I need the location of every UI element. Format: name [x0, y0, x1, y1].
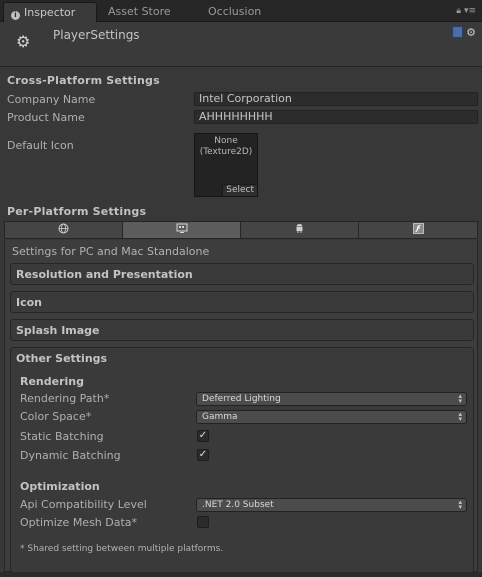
foldout-other-settings: Other Settings Rendering Rendering Path*…: [10, 347, 474, 573]
static-batching-checkbox[interactable]: ✓: [197, 430, 209, 442]
header-title: PlayerSettings: [53, 28, 140, 42]
tab-inspector[interactable]: i Inspector: [3, 2, 97, 22]
platform-subtitle: Settings for PC and Mac Standalone: [12, 245, 210, 258]
color-space-dropdown[interactable]: Gamma ▴ ▾: [196, 410, 467, 424]
tab-occlusion[interactable]: Occlusion: [208, 2, 261, 22]
bottom-edge: [0, 572, 482, 577]
tab-pc-mac-standalone[interactable]: [123, 222, 241, 238]
settings-gear-icon: ⚙: [16, 32, 31, 51]
default-icon-slot[interactable]: None (Texture2D) Select: [194, 133, 258, 197]
web-icon: [58, 223, 69, 234]
tab-android[interactable]: [241, 222, 359, 238]
platform-settings-panel: Settings for PC and Mac Standalone Resol…: [4, 240, 478, 573]
dropdown-arrows-icon: ▴ ▾: [458, 410, 462, 423]
foldout-resolution-label: Resolution and Presentation: [16, 268, 193, 281]
foldout-icon[interactable]: Icon: [10, 291, 474, 313]
static-batching-label: Static Batching: [20, 430, 104, 443]
windows-icon: [176, 223, 187, 233]
tab-flash[interactable]: [359, 222, 477, 238]
help-book-icon[interactable]: [452, 26, 464, 38]
optimization-heading: Optimization: [20, 480, 100, 493]
foldout-splash-image[interactable]: Splash Image: [10, 319, 474, 341]
tab-controls: 🔒︎ ▾≡: [456, 6, 476, 16]
rendering-path-label: Rendering Path*: [20, 392, 110, 405]
icon-select-button[interactable]: Select: [222, 184, 257, 196]
menu-icon[interactable]: ▾≡: [464, 6, 476, 16]
tab-web-player[interactable]: [5, 222, 123, 238]
foldout-icon-label: Icon: [16, 296, 43, 309]
company-name-field[interactable]: Intel Corporation: [194, 92, 478, 106]
header-icons: ⚙: [452, 25, 476, 39]
default-icon-label: Default Icon: [7, 139, 74, 152]
product-name-field[interactable]: AHHHHHHHH: [194, 110, 478, 124]
foldout-other-label[interactable]: Other Settings: [16, 352, 107, 365]
info-icon: i: [11, 11, 20, 20]
foldout-splash-label: Splash Image: [16, 324, 100, 337]
lock-icon[interactable]: 🔒︎: [456, 6, 461, 16]
product-name-label: Product Name: [7, 111, 85, 124]
shared-setting-footnote: * Shared setting between multiple platfo…: [20, 544, 224, 554]
api-compat-dropdown[interactable]: .NET 2.0 Subset ▴ ▾: [196, 498, 467, 512]
color-space-label: Color Space*: [20, 410, 92, 423]
dynamic-batching-checkbox[interactable]: ✓: [197, 449, 209, 461]
rendering-path-dropdown[interactable]: Deferred Lighting ▴ ▾: [196, 392, 467, 406]
inspector-header: ⚙ PlayerSettings ⚙: [0, 22, 482, 67]
flash-icon: [412, 223, 424, 234]
rendering-heading: Rendering: [20, 375, 84, 388]
dropdown-arrows-icon: ▴ ▾: [458, 392, 462, 405]
platform-tabs: [4, 221, 478, 239]
android-icon: [296, 224, 303, 233]
optimize-mesh-label: Optimize Mesh Data*: [20, 516, 138, 529]
editor-tabbar: i Inspector Asset Store Occlusion 🔒︎ ▾≡: [0, 0, 482, 22]
api-compat-label: Api Compatibility Level: [20, 498, 147, 511]
optimize-mesh-checkbox[interactable]: [197, 516, 209, 528]
dynamic-batching-label: Dynamic Batching: [20, 449, 121, 462]
per-platform-title: Per-Platform Settings: [7, 205, 147, 218]
dropdown-arrows-icon: ▴ ▾: [458, 498, 462, 511]
tab-asset-store[interactable]: Asset Store: [108, 2, 171, 22]
icon-slot-text: None (Texture2D): [199, 136, 253, 157]
foldout-resolution[interactable]: Resolution and Presentation: [10, 263, 474, 285]
cross-platform-title: Cross-Platform Settings: [7, 74, 160, 87]
context-gear-icon[interactable]: ⚙: [466, 26, 476, 39]
company-name-label: Company Name: [7, 93, 96, 106]
